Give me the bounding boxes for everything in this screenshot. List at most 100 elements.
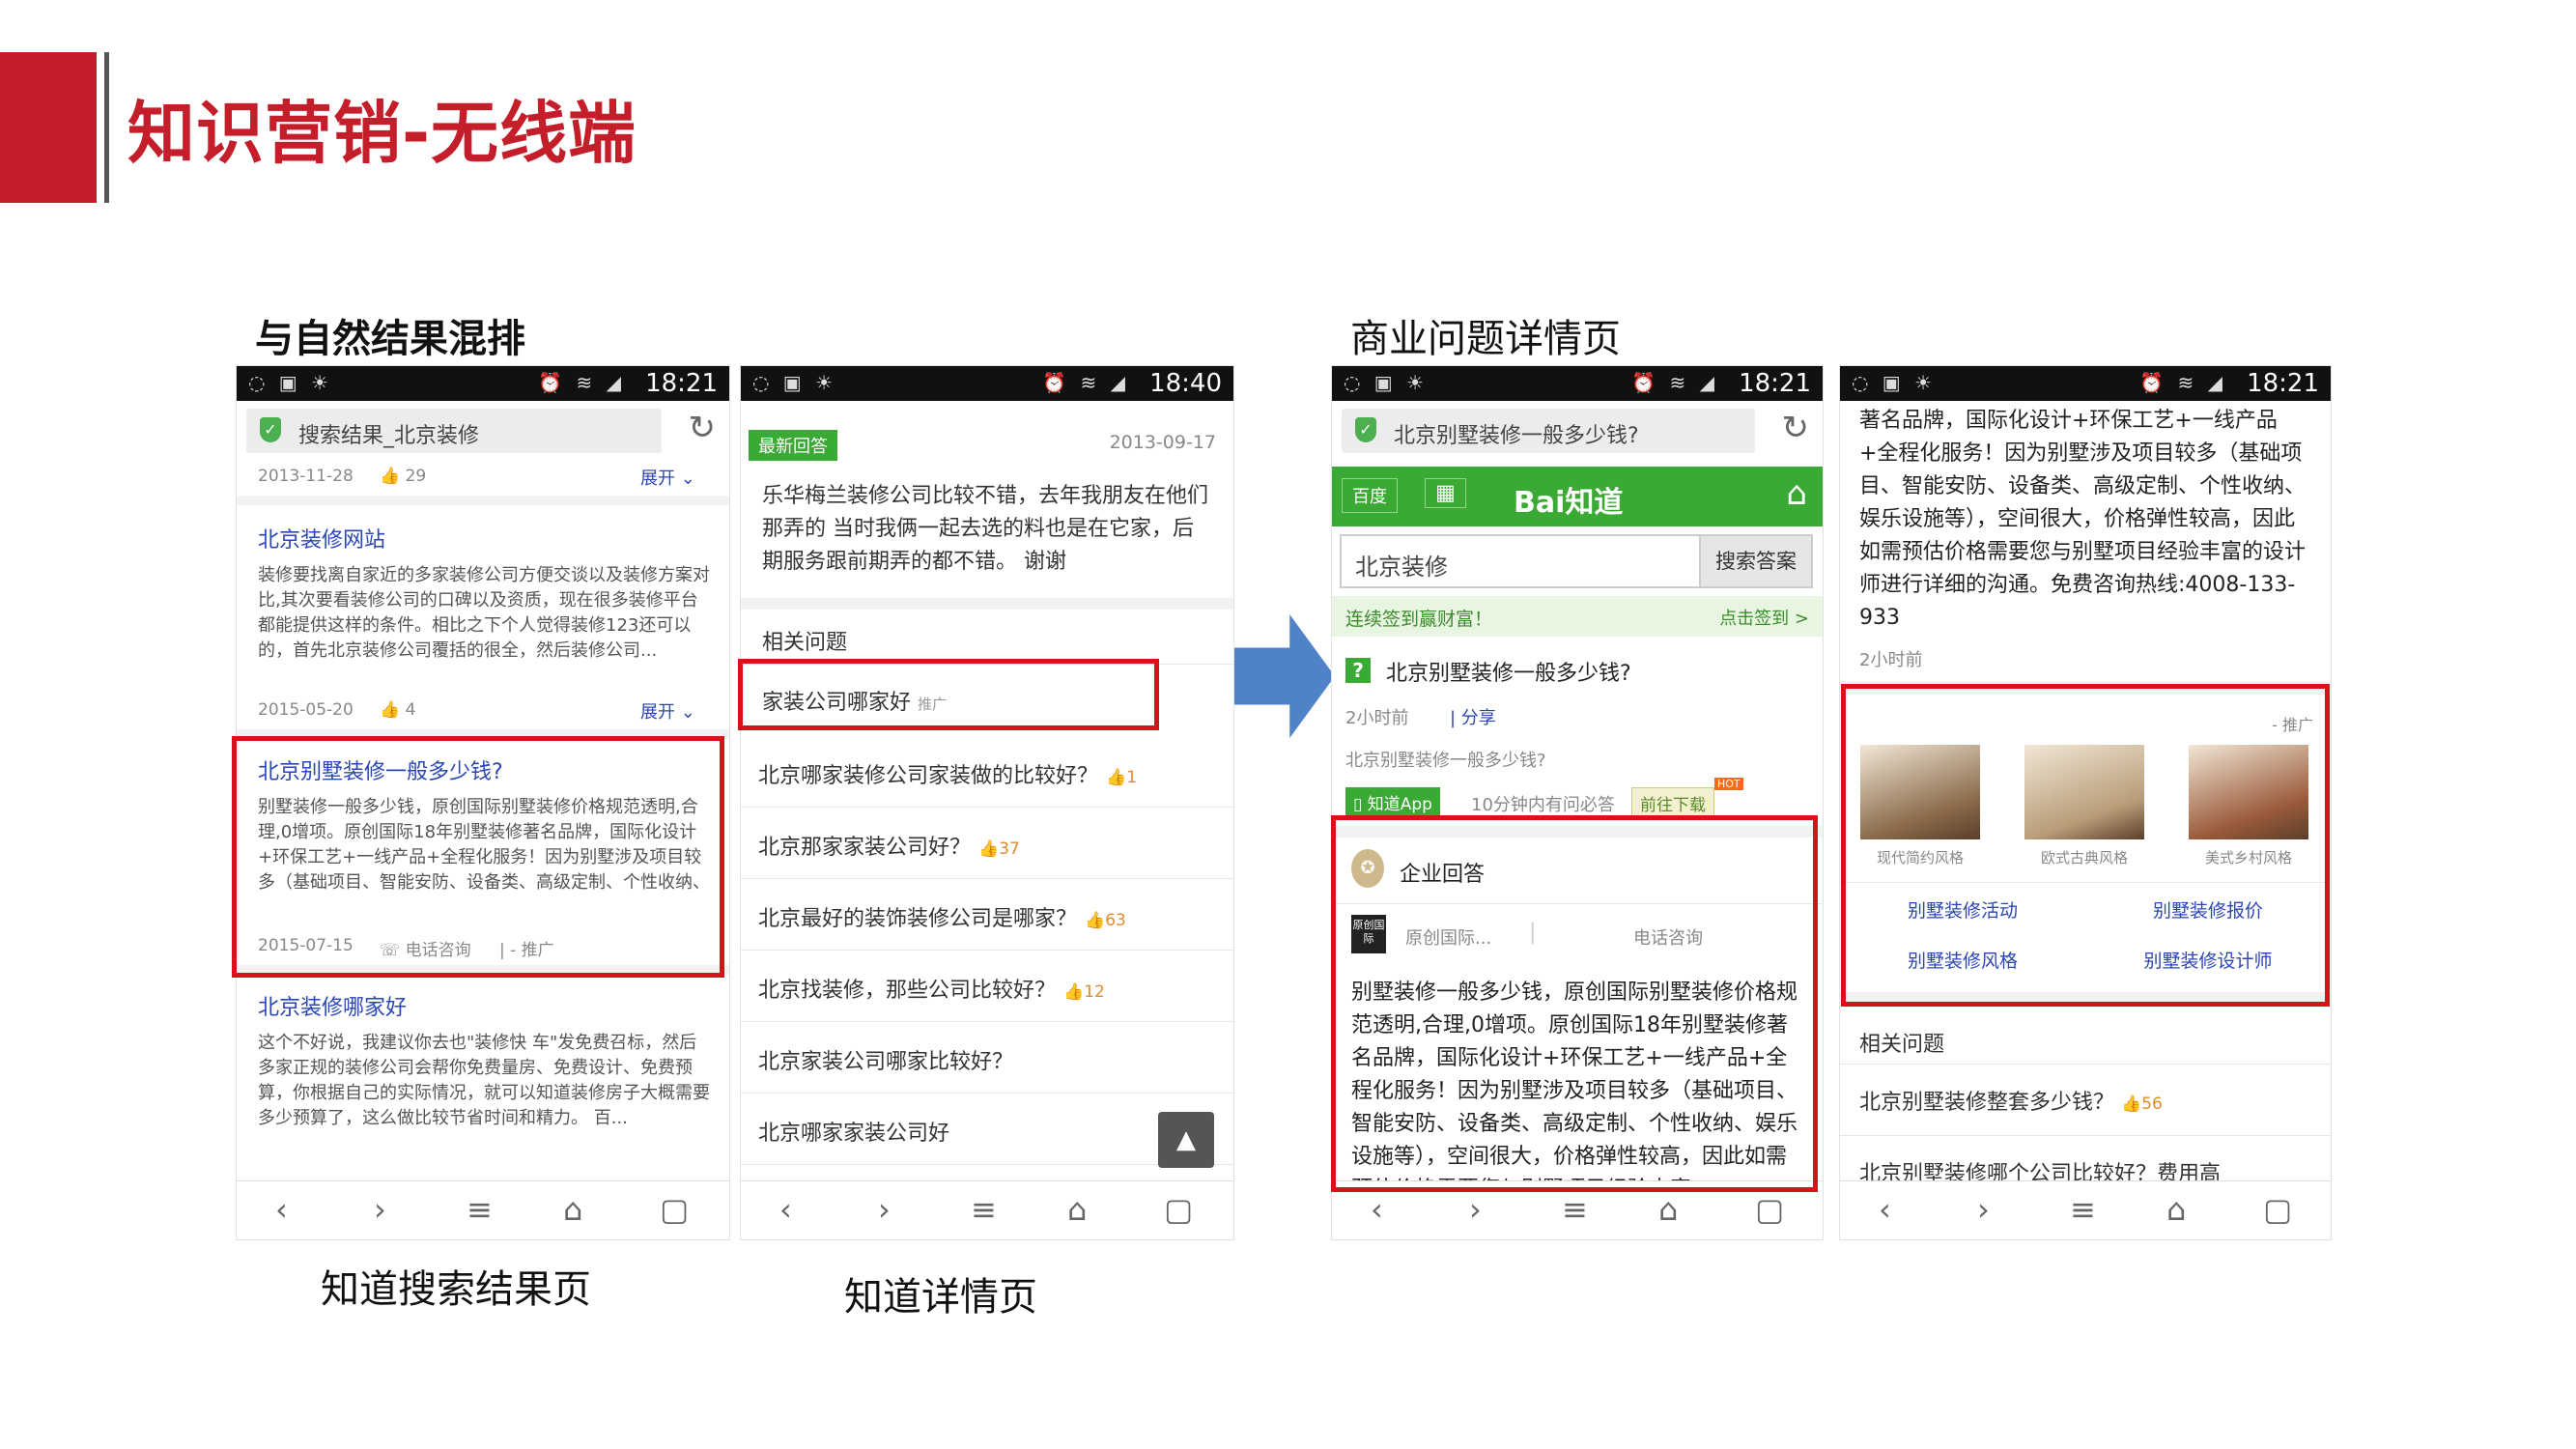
- address-bar[interactable]: ✓ 北京别墅装修一般多少钱? ↻: [1342, 409, 1809, 453]
- search-answer-button[interactable]: 搜索答案: [1699, 534, 1813, 588]
- menu-icon[interactable]: ≡: [2070, 1191, 2096, 1228]
- address-text: 北京别墅装修一般多少钱?: [1394, 424, 1639, 448]
- signin-link[interactable]: 点击签到 >: [1719, 605, 1809, 630]
- related-question-row[interactable]: 北京那家家装公司好？ 👍37: [741, 807, 1233, 879]
- like-count: 👍63: [1085, 911, 1126, 930]
- status-left-icons: ◌ ▣ ☀: [248, 371, 332, 394]
- expand-link[interactable]: 展开 ⌄: [640, 465, 695, 490]
- expand-label: 展开: [640, 469, 675, 489]
- expand-link[interactable]: 展开 ⌄: [640, 698, 695, 724]
- status-bar: ◌ ▣ ☀ ⏰ ≋ ◢ 18:21: [1332, 366, 1823, 401]
- divider: [741, 598, 1233, 610]
- reload-icon[interactable]: ↻: [689, 409, 717, 447]
- related-question-list: 北京哪家装修公司家装做的比较好？ 👍1 北京那家家装公司好？ 👍37 北京最好的装饰装修…: [741, 735, 1233, 1165]
- result-title-link[interactable]: 北京装修哪家好: [258, 990, 407, 1021]
- shield-icon: ✓: [1355, 417, 1376, 442]
- like-count: 👍 29: [380, 467, 427, 486]
- search-input[interactable]: 北京装修: [1340, 534, 1701, 588]
- status-right-icons: ⏰ ≋ ◢: [2139, 371, 2226, 394]
- menu-icon[interactable]: ≡: [971, 1191, 997, 1228]
- grid-icon[interactable]: ▦: [1425, 478, 1466, 508]
- like-value: 12: [1084, 982, 1105, 1002]
- status-bar: ◌ ▣ ☀ ⏰ ≋ ◢ 18:40: [741, 366, 1233, 401]
- answer-time: 2小时前: [1859, 650, 1923, 670]
- home-icon[interactable]: ⌂: [563, 1191, 582, 1228]
- back-to-top-button[interactable]: ▲: [1158, 1112, 1214, 1168]
- divider: [1840, 1135, 2331, 1136]
- question-time: 2小时前: [1345, 708, 1409, 728]
- answer-date: 2013-09-17: [1109, 432, 1216, 453]
- related-question-row[interactable]: 北京找装修，那些公司比较好？ 👍12: [741, 950, 1233, 1022]
- question-text: 北京家装公司哪家比较好？: [758, 1050, 1014, 1074]
- result-title-link[interactable]: 北京装修网站: [258, 523, 385, 554]
- highlight-frame: [1331, 815, 1818, 1192]
- question-text: 北京别墅装修整套多少钱？: [1859, 1091, 2115, 1115]
- status-right-icons: ⏰ ≋ ◢: [538, 371, 625, 394]
- like-value: 4: [405, 700, 416, 720]
- question-text: 北京最好的装饰装修公司是哪家？: [758, 907, 1078, 931]
- status-right-icons: ⏰ ≋ ◢: [1631, 371, 1718, 394]
- arrow-right-icon: [1234, 614, 1335, 738]
- browser-navbar: ‹ › ≡ ⌂ ▢: [741, 1180, 1233, 1239]
- forward-icon[interactable]: ›: [374, 1191, 386, 1228]
- question-title: 北京别墅装修一般多少钱?: [1386, 662, 1631, 686]
- app-label: 知道App: [1367, 795, 1432, 814]
- status-time: 18:21: [2247, 369, 2319, 398]
- tabs-icon[interactable]: ▢: [1164, 1191, 1193, 1228]
- menu-icon[interactable]: ≡: [1562, 1191, 1588, 1228]
- status-left-icons: ◌ ▣ ☀: [1344, 371, 1428, 394]
- related-question-row[interactable]: 北京哪家装修公司家装做的比较好？ 👍1: [741, 735, 1233, 808]
- baidu-home-link[interactable]: 百度: [1342, 478, 1398, 513]
- address-text: 搜索结果_北京装修: [298, 424, 480, 448]
- question-line: 北京最好的装饰装修公司是哪家？ 👍63: [758, 901, 1126, 932]
- like-value: 29: [405, 467, 427, 486]
- divider: [1840, 1064, 2331, 1065]
- reload-icon[interactable]: ↻: [1782, 409, 1810, 447]
- question-text: 北京那家家装公司好？: [758, 836, 972, 860]
- status-left-icons: ◌ ▣ ☀: [1852, 371, 1936, 394]
- header-accent-block: [0, 52, 97, 203]
- address-bar[interactable]: ✓ 搜索结果_北京装修 ↻: [246, 409, 716, 453]
- back-icon[interactable]: ‹: [1879, 1191, 1891, 1228]
- home-icon[interactable]: ⌂: [2166, 1191, 2186, 1228]
- phone-zhidao-detail: ◌ ▣ ☀ ⏰ ≋ ◢ 18:40 最新回答 2013-09-17 乐华梅兰装修…: [740, 365, 1234, 1240]
- share-label: 分享: [1460, 708, 1496, 728]
- forward-icon[interactable]: ›: [878, 1191, 891, 1228]
- divider: [237, 496, 729, 505]
- zhidao-header: 百度 ▦ Bai知道 ⌂: [1332, 467, 1823, 526]
- header-divider: [104, 52, 109, 203]
- back-icon[interactable]: ‹: [1371, 1191, 1383, 1228]
- like-count: 👍1: [1106, 768, 1138, 787]
- related-question-link[interactable]: 北京别墅装修整套多少钱？ 👍56: [1859, 1085, 2163, 1116]
- latest-answer-badge: 最新回答: [749, 430, 837, 461]
- status-right-icons: ⏰ ≋ ◢: [1042, 371, 1129, 394]
- home-icon[interactable]: ⌂: [1658, 1191, 1678, 1228]
- tabs-icon[interactable]: ▢: [2263, 1191, 2292, 1228]
- question-text: 北京哪家装修公司家装做的比较好？: [758, 764, 1099, 788]
- tabs-icon[interactable]: ▢: [660, 1191, 689, 1228]
- caption-search-results: 知道搜索结果页: [321, 1267, 591, 1312]
- expand-label: 展开: [640, 702, 675, 723]
- highlight-frame: [1841, 684, 2330, 1007]
- like-count: 👍 4: [380, 700, 416, 720]
- question-text: 北京哪家家装公司好: [758, 1122, 950, 1146]
- home-icon[interactable]: ⌂: [1067, 1191, 1087, 1228]
- forward-icon[interactable]: ›: [1469, 1191, 1482, 1228]
- hot-badge: HOT: [1714, 778, 1743, 790]
- back-icon[interactable]: ‹: [275, 1191, 288, 1228]
- back-icon[interactable]: ‹: [779, 1191, 792, 1228]
- related-question-row[interactable]: 北京最好的装饰装修公司是哪家？ 👍63: [741, 878, 1233, 951]
- forward-icon[interactable]: ›: [1977, 1191, 1990, 1228]
- tabs-icon[interactable]: ▢: [1755, 1191, 1784, 1228]
- like-value: 1: [1126, 768, 1138, 787]
- highlight-frame: [232, 736, 724, 978]
- share-link[interactable]: | 分享: [1450, 704, 1496, 729]
- like-value: 37: [999, 839, 1020, 859]
- menu-icon[interactable]: ≡: [467, 1191, 493, 1228]
- related-question-row[interactable]: 北京家装公司哪家比较好？: [741, 1021, 1233, 1094]
- question-text: 北京找装修，那些公司比较好？: [758, 979, 1057, 1003]
- home-icon[interactable]: ⌂: [1786, 474, 1807, 513]
- like-count: 👍12: [1063, 982, 1105, 1002]
- result-date: 2013-11-28: [258, 467, 354, 486]
- zhidao-app-badge[interactable]: ▯ 知道App: [1345, 787, 1440, 817]
